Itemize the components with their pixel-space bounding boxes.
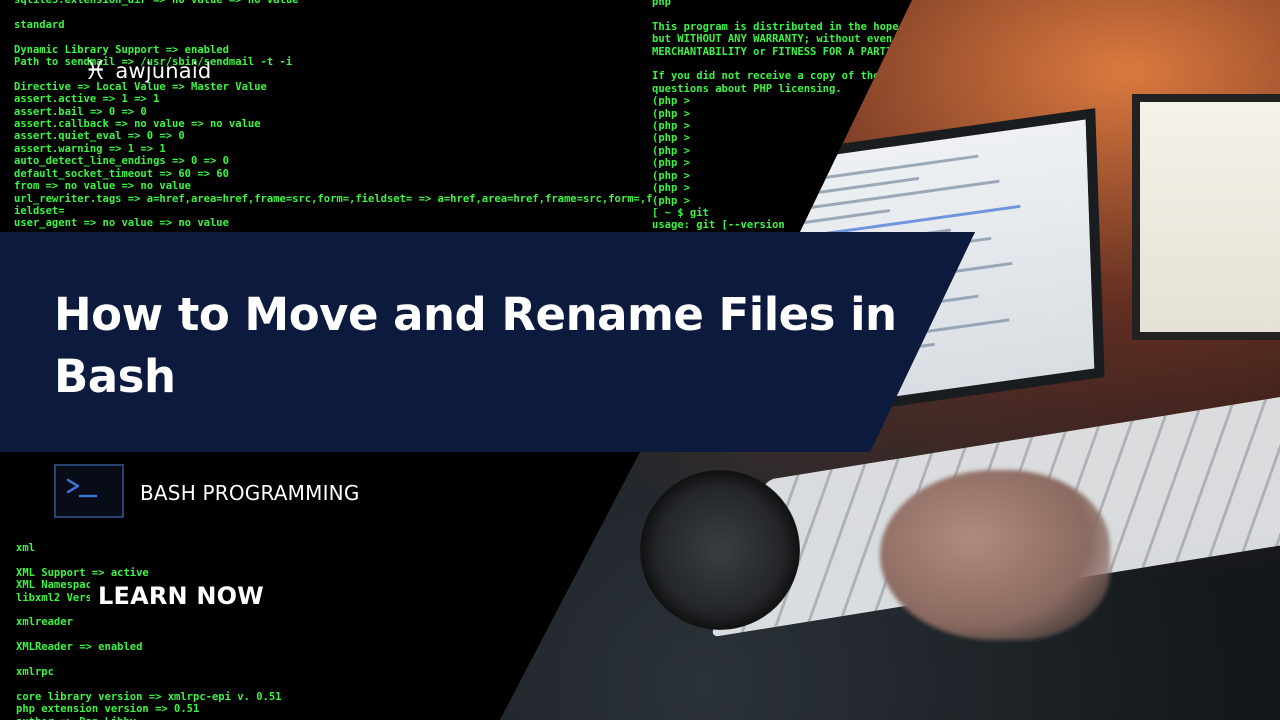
learn-now-button[interactable]: LEARN NOW <box>90 578 272 614</box>
brand-name: awjunaid <box>115 59 212 83</box>
headphones <box>640 470 800 630</box>
background-monitor <box>1140 102 1280 332</box>
thumbnail-canvas: sqlite3.extension_dir => no value => no … <box>0 0 1280 720</box>
category-icon-box <box>54 464 124 518</box>
terminal-prompt-icon <box>66 478 98 498</box>
terminal-output-bottom: xml XML Support => active XML Namespace … <box>16 542 282 720</box>
category-label: BASH PROGRAMMING <box>140 481 360 505</box>
page-title: How to Move and Rename Files in Bash <box>54 288 897 403</box>
pisces-glyph-icon: ♓ <box>84 56 108 86</box>
brand-logo[interactable]: ♓ awjunaid <box>84 58 211 84</box>
terminal-output-top: sqlite3.extension_dir => no value => no … <box>14 0 653 230</box>
typing-hand <box>880 470 1110 640</box>
